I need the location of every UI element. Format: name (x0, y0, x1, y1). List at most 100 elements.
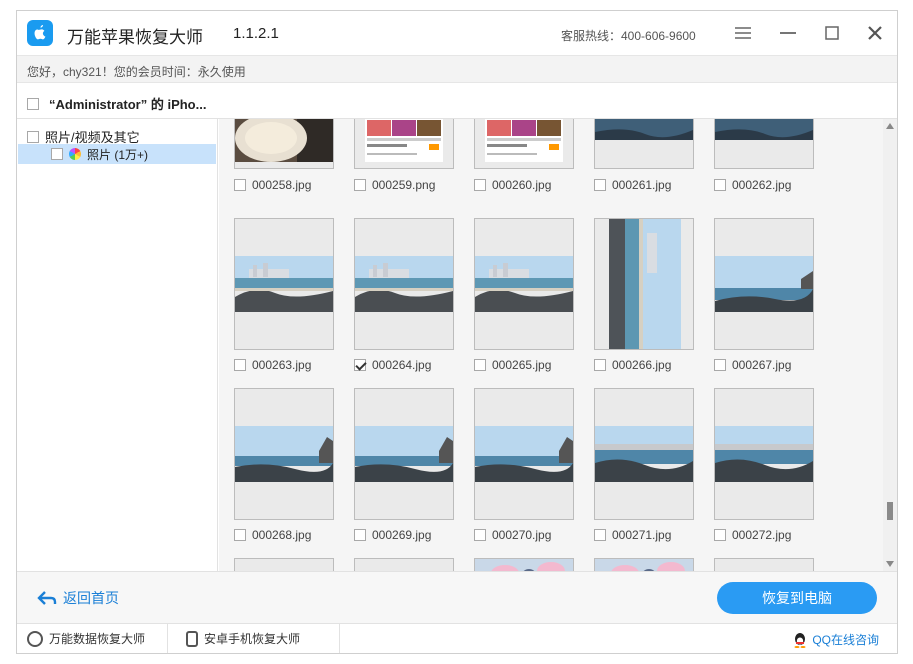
file-item-000272: 000272.jpg (714, 528, 791, 542)
file-item-000268: 000268.jpg (234, 528, 311, 542)
file-name: 000263.jpg (252, 358, 312, 372)
apple-logo-icon (27, 20, 53, 46)
file-checkbox[interactable] (474, 179, 486, 191)
tree-child-checkbox[interactable] (51, 148, 63, 160)
scroll-thumb[interactable] (887, 502, 893, 520)
thumbnail-000265[interactable] (474, 218, 574, 350)
thumbnail-000269[interactable] (354, 388, 454, 520)
title-bar: 万能苹果恢复大师 1.1.2.1 客服热线：400-606-9600 (17, 11, 897, 55)
file-item-000260: 000260.jpg (474, 178, 551, 192)
thumbnail-grid: 000258.jpg 000259.png 000260.jpg 000261.… (219, 119, 883, 571)
file-item-000263: 000263.jpg (234, 358, 311, 372)
thumbnail-000262[interactable] (714, 119, 814, 169)
file-checkbox[interactable] (234, 359, 246, 371)
refresh-icon (27, 630, 43, 647)
file-item-000270: 000270.jpg (474, 528, 551, 542)
tree-item-photos[interactable]: 照片 (1万+) (18, 144, 216, 164)
action-footer: 返回首页 恢复到电脑 (17, 571, 897, 623)
back-home-label: 返回首页 (63, 590, 119, 606)
thumbnail-000271[interactable] (594, 388, 694, 520)
thumbnail-000258[interactable] (234, 119, 334, 169)
thumbnail-row4-4[interactable] (594, 558, 694, 571)
file-name: 000259.png (372, 178, 436, 192)
close-icon[interactable] (865, 23, 885, 43)
thumbnail-000266[interactable] (594, 218, 694, 350)
file-name: 000272.jpg (732, 528, 792, 542)
file-name: 000264.jpg (372, 358, 432, 372)
file-item-000267: 000267.jpg (714, 358, 791, 372)
qq-penguin-icon (794, 632, 806, 648)
hotline-text: 客服热线：400-606-9600 (561, 29, 696, 43)
back-arrow-icon (37, 591, 57, 605)
device-row: “Administrator” 的 iPho... (27, 94, 206, 113)
android-recovery-link[interactable]: 安卓手机恢复大师 (168, 624, 340, 653)
thumbnail-row4-2[interactable] (354, 558, 454, 571)
thumbnail-000259[interactable] (354, 119, 454, 169)
android-recovery-label: 安卓手机恢复大师 (204, 632, 301, 646)
file-name: 000266.jpg (612, 358, 672, 372)
file-checkbox[interactable] (594, 179, 606, 191)
thumbnail-000261[interactable] (594, 119, 694, 169)
thumbnail-000272[interactable] (714, 388, 814, 520)
tree-root-checkbox[interactable] (27, 130, 39, 143)
qq-consult-link[interactable]: QQ在线咨询 (792, 631, 879, 648)
minimize-icon[interactable] (778, 23, 798, 43)
file-checkbox[interactable] (714, 179, 726, 191)
scroll-up-arrow-icon[interactable] (886, 123, 894, 129)
file-name: 000261.jpg (612, 178, 672, 192)
phone-icon (186, 630, 198, 647)
maximize-icon[interactable] (822, 23, 842, 43)
thumbnail-000268[interactable] (234, 388, 334, 520)
file-item-000266: 000266.jpg (594, 358, 671, 372)
thumbnail-row4-1[interactable] (234, 558, 334, 571)
thumbnail-000260[interactable] (474, 119, 574, 169)
thumbnail-row4-3[interactable] (474, 558, 574, 571)
file-checkbox[interactable] (474, 529, 486, 541)
file-item-000258: 000258.jpg (234, 178, 311, 192)
file-name: 000269.jpg (372, 528, 432, 542)
file-checkbox[interactable] (474, 359, 486, 371)
menu-icon[interactable] (733, 23, 753, 43)
vertical-scrollbar[interactable] (883, 119, 897, 571)
file-checkbox[interactable] (354, 179, 366, 191)
file-name: 000267.jpg (732, 358, 792, 372)
data-recovery-label: 万能数据恢复大师 (49, 632, 146, 646)
data-recovery-link[interactable]: 万能数据恢复大师 (17, 624, 168, 653)
photos-app-icon (69, 148, 81, 160)
member-bar: 您好，chy321！您的会员时间：永久使用 (17, 55, 897, 83)
scroll-down-arrow-icon[interactable] (886, 561, 894, 567)
thumbnail-000263[interactable] (234, 218, 334, 350)
status-bar: 万能数据恢复大师 安卓手机恢复大师 QQ在线咨询 (17, 623, 897, 653)
device-bar: “Administrator” 的 iPho... (17, 83, 897, 119)
app-version: 1.1.2.1 (233, 25, 279, 42)
file-name: 000262.jpg (732, 178, 792, 192)
category-sidebar: 照片/视频及其它 照片 (1万+) (17, 119, 218, 571)
file-name: 000268.jpg (252, 528, 312, 542)
thumbnail-000270[interactable] (474, 388, 574, 520)
file-checkbox[interactable] (354, 359, 366, 371)
file-item-000261: 000261.jpg (594, 178, 671, 192)
file-name: 000265.jpg (492, 358, 552, 372)
thumbnail-000264[interactable] (354, 218, 454, 350)
file-checkbox[interactable] (714, 359, 726, 371)
file-item-000259: 000259.png (354, 178, 435, 192)
file-item-000265: 000265.jpg (474, 358, 551, 372)
tree-child-label: 照片 (1万+) (87, 147, 149, 162)
device-checkbox[interactable] (27, 97, 39, 110)
thumbnail-000267[interactable] (714, 218, 814, 350)
file-item-000269: 000269.jpg (354, 528, 431, 542)
file-item-000271: 000271.jpg (594, 528, 671, 542)
recover-to-pc-button[interactable]: 恢复到电脑 (717, 582, 877, 614)
file-checkbox[interactable] (234, 179, 246, 191)
file-checkbox[interactable] (714, 529, 726, 541)
app-title: 万能苹果恢复大师 (67, 28, 203, 47)
file-name: 000260.jpg (492, 178, 552, 192)
file-item-000262: 000262.jpg (714, 178, 791, 192)
thumbnail-row4-5[interactable] (714, 558, 814, 571)
back-home-button[interactable]: 返回首页 (37, 588, 119, 608)
file-checkbox[interactable] (234, 529, 246, 541)
app-window: 万能苹果恢复大师 1.1.2.1 客服热线：400-606-9600 您好，ch… (16, 10, 898, 654)
file-checkbox[interactable] (354, 529, 366, 541)
file-checkbox[interactable] (594, 529, 606, 541)
file-checkbox[interactable] (594, 359, 606, 371)
